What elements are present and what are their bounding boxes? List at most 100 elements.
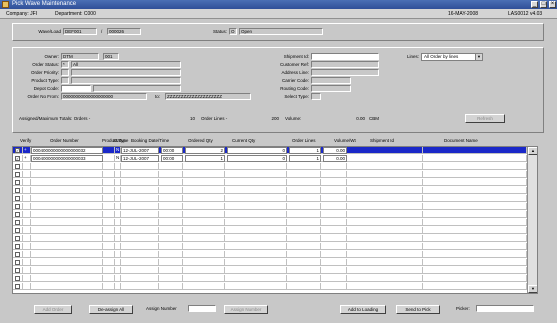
table-cell[interactable] <box>423 163 527 170</box>
table-cell[interactable] <box>349 267 423 274</box>
table-cell[interactable] <box>289 195 321 202</box>
verify-cell[interactable] <box>13 235 23 242</box>
table-cell[interactable] <box>349 163 423 170</box>
table-cell[interactable] <box>349 219 423 226</box>
table-cell[interactable]: 0.00 <box>323 155 347 162</box>
table-cell[interactable] <box>23 211 31 218</box>
table-row[interactable] <box>13 163 527 170</box>
shipment-id-field[interactable] <box>311 53 379 60</box>
table-cell[interactable] <box>289 227 321 234</box>
table-cell[interactable] <box>289 235 321 242</box>
table-cell[interactable] <box>349 283 423 290</box>
table-cell[interactable] <box>31 283 103 290</box>
table-cell[interactable] <box>289 163 321 170</box>
table-cell[interactable] <box>121 211 159 218</box>
table-cell[interactable] <box>349 259 423 266</box>
routing-code-field[interactable] <box>311 85 351 92</box>
table-cell[interactable] <box>185 195 225 202</box>
table-cell[interactable] <box>23 179 31 186</box>
table-cell[interactable] <box>23 195 31 202</box>
table-cell[interactable] <box>423 275 527 282</box>
table-cell[interactable] <box>227 259 287 266</box>
table-cell[interactable] <box>185 211 225 218</box>
verify-cell[interactable] <box>13 227 23 234</box>
table-cell[interactable] <box>185 283 225 290</box>
table-row[interactable] <box>13 275 527 282</box>
table-cell[interactable]: 2 <box>185 147 225 154</box>
table-row[interactable] <box>13 267 527 274</box>
table-cell[interactable] <box>161 203 183 210</box>
table-cell[interactable] <box>349 251 423 258</box>
table-cell[interactable] <box>161 283 183 290</box>
table-cell[interactable] <box>23 227 31 234</box>
verify-checkbox[interactable] <box>15 212 20 217</box>
table-cell[interactable] <box>161 251 183 258</box>
table-row[interactable]: ✓ +000400000000000000032 N 12-JUL-2007 00:00… <box>13 147 527 154</box>
table-cell[interactable] <box>161 187 183 194</box>
table-cell[interactable] <box>423 195 527 202</box>
table-cell[interactable] <box>103 195 115 202</box>
verify-cell[interactable] <box>13 283 23 290</box>
table-cell[interactable] <box>423 147 527 154</box>
table-cell[interactable] <box>323 259 347 266</box>
maximize-button[interactable]: □ <box>540 1 547 8</box>
table-cell[interactable] <box>23 171 31 178</box>
table-cell[interactable] <box>31 203 103 210</box>
verify-checkbox[interactable] <box>15 284 20 289</box>
table-cell[interactable]: 1 <box>289 147 321 154</box>
verify-checkbox[interactable]: ✓ <box>15 148 20 153</box>
table-cell[interactable] <box>227 203 287 210</box>
verify-checkbox[interactable] <box>15 268 20 273</box>
table-cell[interactable] <box>121 227 159 234</box>
table-cell[interactable] <box>423 219 527 226</box>
table-cell[interactable] <box>289 219 321 226</box>
table-cell[interactable] <box>227 235 287 242</box>
table-cell[interactable] <box>31 179 103 186</box>
table-cell[interactable] <box>23 219 31 226</box>
table-cell[interactable] <box>423 235 527 242</box>
table-cell[interactable] <box>31 187 103 194</box>
table-cell[interactable] <box>227 163 287 170</box>
table-cell[interactable] <box>31 171 103 178</box>
table-cell[interactable] <box>31 259 103 266</box>
table-cell[interactable]: 00:00 <box>161 147 183 154</box>
table-cell[interactable] <box>103 259 115 266</box>
table-cell[interactable] <box>103 155 115 162</box>
table-cell[interactable] <box>289 179 321 186</box>
verify-cell[interactable] <box>13 195 23 202</box>
add-to-loading-button[interactable]: Add to Loading <box>340 305 386 314</box>
table-cell[interactable] <box>121 259 159 266</box>
verify-cell[interactable] <box>13 187 23 194</box>
table-cell[interactable] <box>103 275 115 282</box>
table-row[interactable] <box>13 283 527 290</box>
table-cell[interactable] <box>227 227 287 234</box>
table-cell[interactable] <box>323 251 347 258</box>
table-cell[interactable]: 12-JUL-2007 <box>121 147 159 154</box>
table-cell[interactable] <box>161 211 183 218</box>
refresh-button[interactable]: Refresh <box>465 114 505 123</box>
table-cell[interactable] <box>121 163 159 170</box>
table-cell[interactable] <box>31 227 103 234</box>
verify-cell[interactable] <box>13 179 23 186</box>
table-cell[interactable] <box>103 227 115 234</box>
table-cell[interactable]: + <box>23 155 31 162</box>
table-row[interactable] <box>13 243 527 250</box>
table-cell[interactable] <box>227 195 287 202</box>
verify-checkbox[interactable] <box>15 276 20 281</box>
table-cell[interactable] <box>103 235 115 242</box>
table-cell[interactable] <box>31 211 103 218</box>
verify-checkbox[interactable] <box>15 252 20 257</box>
table-cell[interactable] <box>31 243 103 250</box>
table-cell[interactable] <box>423 267 527 274</box>
table-cell[interactable] <box>121 179 159 186</box>
table-cell[interactable] <box>349 275 423 282</box>
wave-code-field[interactable]: DEF001 <box>63 28 97 35</box>
table-cell[interactable] <box>423 259 527 266</box>
table-cell[interactable] <box>227 283 287 290</box>
carrier-code-field[interactable] <box>311 77 351 84</box>
table-row[interactable] <box>13 187 527 194</box>
table-cell[interactable] <box>323 171 347 178</box>
verify-checkbox[interactable] <box>15 236 20 241</box>
verify-checkbox[interactable] <box>15 244 20 249</box>
table-cell[interactable] <box>121 275 159 282</box>
